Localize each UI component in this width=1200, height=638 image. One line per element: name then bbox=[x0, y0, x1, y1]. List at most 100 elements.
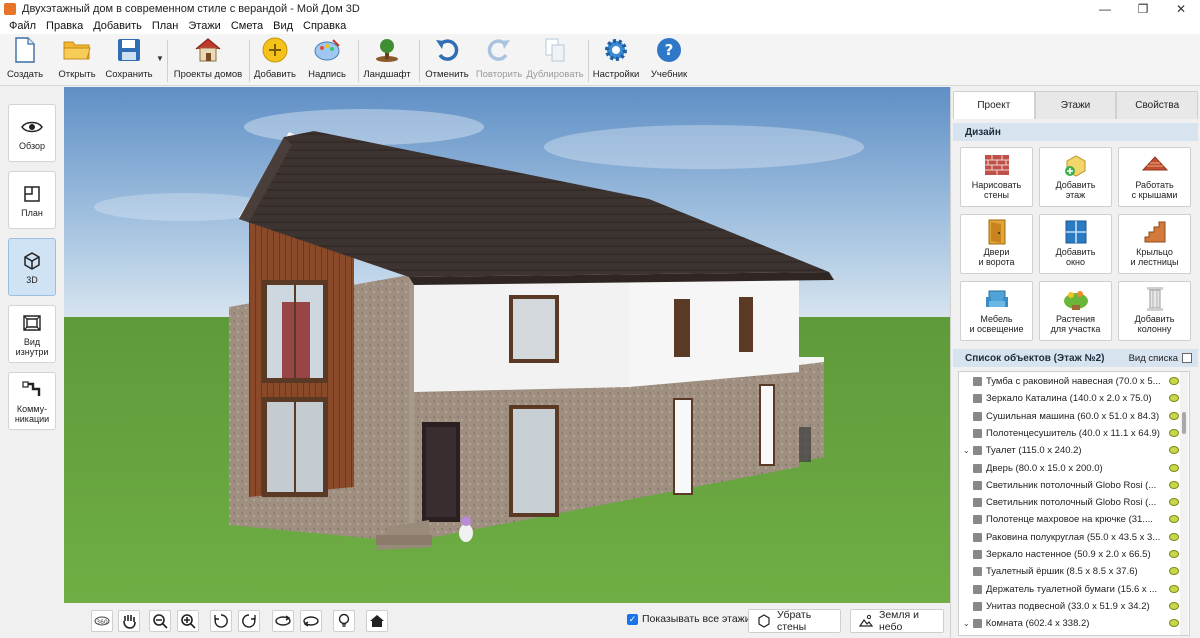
object-list-row[interactable]: Унитаз подвесной (33.0 x 51.9 x 34.2) bbox=[959, 598, 1179, 615]
landscape-button[interactable]: Ландшафт bbox=[363, 36, 411, 84]
house-projects-button[interactable]: Проекты домов bbox=[174, 36, 242, 84]
view-controls-bar: 360 ✓ Показывать все этажи Убрать стены … bbox=[64, 603, 950, 638]
object-list-row[interactable]: ⌄ Комната (602.4 x 338.2) bbox=[959, 615, 1179, 632]
visibility-eye-icon[interactable] bbox=[1169, 584, 1179, 593]
minimize-button[interactable]: — bbox=[1086, 0, 1124, 18]
maximize-button[interactable]: ❐ bbox=[1124, 0, 1162, 18]
home-view-button[interactable] bbox=[366, 610, 388, 632]
object-list-row[interactable]: Раковина полукруглая (55.0 x 43.5 x 3... bbox=[959, 529, 1179, 546]
settings-button[interactable]: Настройки bbox=[593, 36, 639, 84]
object-list-row[interactable]: Светильник потолочный Globo Rosi (... bbox=[959, 477, 1179, 494]
close-button[interactable]: ✕ bbox=[1162, 0, 1200, 18]
save-button[interactable]: Сохранить bbox=[104, 36, 154, 84]
open-button[interactable]: Открыть bbox=[55, 36, 99, 84]
menu-help[interactable]: Справка bbox=[298, 20, 351, 32]
ground-sky-button[interactable]: Земля и небо bbox=[850, 609, 944, 633]
expand-toggle-icon[interactable]: ⌄ bbox=[963, 619, 970, 628]
visibility-eye-icon[interactable] bbox=[1169, 377, 1179, 385]
overview-button[interactable]: Обзор bbox=[8, 104, 56, 162]
tilt-up-button[interactable] bbox=[272, 610, 294, 632]
room-icon bbox=[21, 312, 43, 334]
menu-plan[interactable]: План bbox=[147, 20, 184, 32]
visibility-eye-icon[interactable] bbox=[1169, 428, 1179, 437]
object-list-row[interactable]: Зеркало настенное (50.9 x 2.0 x 66.5) bbox=[959, 546, 1179, 563]
duplicate-button[interactable]: Дублировать bbox=[526, 36, 584, 84]
rotate-right-icon bbox=[242, 614, 256, 628]
3d-view-button[interactable]: 3D bbox=[8, 238, 56, 296]
object-list-row[interactable]: Светильник потолочный Globo Rosi (... bbox=[959, 494, 1179, 511]
tilt-down-button[interactable] bbox=[300, 610, 322, 632]
rotate-left-button[interactable] bbox=[210, 610, 232, 632]
porch-stairs-tile[interactable]: Крыльцо и лестницы bbox=[1118, 214, 1191, 274]
3d-viewport[interactable] bbox=[64, 87, 950, 603]
scrollbar-thumb[interactable] bbox=[1182, 412, 1186, 434]
inside-view-button[interactable]: Вид изнутри bbox=[8, 305, 56, 363]
add-column-tile[interactable]: Добавить колонну bbox=[1118, 281, 1191, 341]
tab-floors[interactable]: Этажи bbox=[1034, 91, 1117, 119]
tutorial-button[interactable]: ? Учебник bbox=[648, 36, 690, 84]
3d-label: 3D bbox=[26, 274, 38, 285]
add-floor-tile[interactable]: Добавить этаж bbox=[1039, 147, 1112, 207]
tab-properties[interactable]: Свойства bbox=[1116, 91, 1199, 119]
object-list-scrollbar[interactable] bbox=[1180, 372, 1188, 635]
expand-toggle-icon[interactable]: ⌄ bbox=[963, 446, 970, 455]
object-list-row[interactable]: Сушильная машина (60.0 x 51.0 x 84.3) bbox=[959, 408, 1179, 425]
lighting-button[interactable] bbox=[333, 610, 355, 632]
add-window-tile[interactable]: Добавить окно bbox=[1039, 214, 1112, 274]
visibility-eye-icon[interactable] bbox=[1169, 601, 1179, 610]
menu-file[interactable]: Файл bbox=[4, 20, 41, 32]
object-name: Сушильная машина (60.0 x 51.0 x 84.3) bbox=[986, 410, 1160, 422]
remove-walls-button[interactable]: Убрать стены bbox=[748, 609, 841, 633]
furniture-lighting-tile[interactable]: Мебель и освещение bbox=[960, 281, 1033, 341]
roofs-tile[interactable]: Работать с крышами bbox=[1118, 147, 1191, 207]
label-button[interactable]: Надпись bbox=[306, 36, 348, 84]
object-list[interactable]: Тумба с раковиной навесная (70.0 x 5... З… bbox=[958, 371, 1190, 636]
save-dropdown-arrow[interactable]: ▼ bbox=[156, 54, 164, 63]
visibility-eye-icon[interactable] bbox=[1169, 411, 1179, 420]
show-all-floors-checkbox[interactable]: ✓ Показывать все этажи bbox=[627, 613, 751, 625]
object-list-row[interactable]: Зеркало Каталина (140.0 x 2.0 x 75.0) bbox=[959, 390, 1179, 407]
rotate-right-button[interactable] bbox=[238, 610, 260, 632]
object-list-row[interactable]: Туалетный ёршик (8.5 x 8.5 x 37.6) bbox=[959, 563, 1179, 580]
list-view-icon[interactable] bbox=[1182, 353, 1192, 363]
armchair-icon bbox=[983, 286, 1011, 312]
visibility-eye-icon[interactable] bbox=[1169, 463, 1179, 472]
object-name: Зеркало Каталина (140.0 x 2.0 x 75.0) bbox=[986, 393, 1152, 405]
create-button[interactable]: Создать bbox=[4, 36, 46, 84]
create-label: Создать bbox=[6, 69, 44, 80]
menu-view[interactable]: Вид bbox=[268, 20, 298, 32]
tab-project[interactable]: Проект bbox=[953, 91, 1035, 119]
list-view-toggle[interactable]: Вид списка bbox=[1129, 353, 1178, 364]
utilities-button[interactable]: Комму- никации bbox=[8, 372, 56, 430]
menu-edit[interactable]: Правка bbox=[41, 20, 88, 32]
zoom-out-button[interactable] bbox=[149, 610, 171, 632]
add-button[interactable]: Добавить bbox=[253, 36, 297, 84]
visibility-eye-icon[interactable] bbox=[1169, 532, 1179, 541]
plan-button[interactable]: План bbox=[8, 171, 56, 229]
plants-tile[interactable]: Растения для участка bbox=[1039, 281, 1112, 341]
cube-icon bbox=[21, 250, 43, 272]
visibility-eye-icon[interactable] bbox=[1169, 480, 1179, 489]
object-list-row[interactable]: Держатель туалетной бумаги (15.6 x ... bbox=[959, 581, 1179, 598]
object-name: Комната (602.4 x 338.2) bbox=[985, 618, 1090, 630]
save-label: Сохранить bbox=[105, 69, 153, 80]
visibility-eye-icon[interactable] bbox=[1169, 550, 1179, 558]
menu-floors[interactable]: Этажи bbox=[183, 20, 225, 32]
object-list-row[interactable]: ⌄ Туалет (115.0 x 240.2) bbox=[959, 442, 1179, 459]
object-list-row[interactable]: Полотенце махровое на крючке (31.... bbox=[959, 511, 1179, 528]
add-floor-icon bbox=[1062, 152, 1090, 178]
pan-button[interactable] bbox=[118, 610, 140, 632]
overview-label: Обзор bbox=[19, 140, 45, 151]
stairs-icon bbox=[1141, 219, 1169, 245]
object-list-row[interactable]: Тумба с раковиной навесная (70.0 x 5... bbox=[959, 373, 1179, 390]
redo-button[interactable]: Повторить bbox=[474, 36, 524, 84]
undo-button[interactable]: Отменить bbox=[425, 36, 469, 84]
menu-add[interactable]: Добавить bbox=[88, 20, 147, 32]
object-list-row[interactable]: Дверь (80.0 x 15.0 x 200.0) bbox=[959, 460, 1179, 477]
rotate-360-button[interactable]: 360 bbox=[91, 610, 113, 632]
doors-gates-tile[interactable]: Двери и ворота bbox=[960, 214, 1033, 274]
draw-walls-tile[interactable]: Нарисовать стены bbox=[960, 147, 1033, 207]
menu-estimate[interactable]: Смета bbox=[226, 20, 268, 32]
zoom-in-button[interactable] bbox=[177, 610, 199, 632]
object-list-row[interactable]: Полотенцесушитель (40.0 x 11.1 x 64.9) bbox=[959, 425, 1179, 442]
